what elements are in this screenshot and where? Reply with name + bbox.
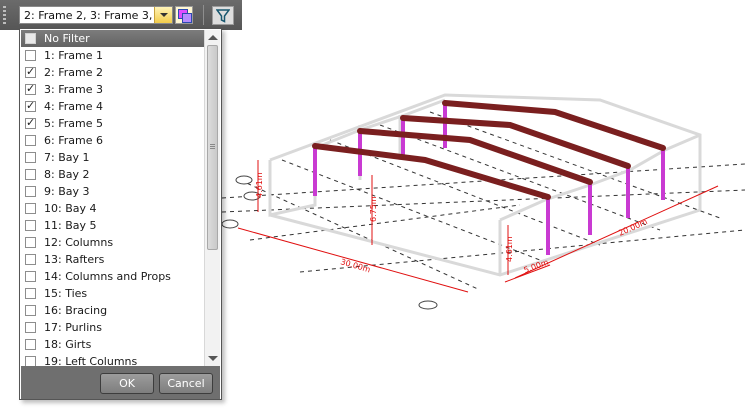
checkbox[interactable] — [25, 99, 36, 112]
checkbox[interactable] — [25, 339, 36, 350]
checkbox[interactable] — [25, 152, 36, 163]
list-item-label: 18: Girts — [44, 338, 92, 351]
list-item-label: 4: Frame 4 — [44, 100, 103, 113]
list-item-label: 7: Bay 1 — [44, 151, 90, 164]
list-item[interactable]: 9: Bay 3 — [21, 183, 205, 200]
toolbar: 2: Frame 2, 3: Frame 3, ... — [0, 0, 242, 30]
list-item[interactable]: 2: Frame 2 — [21, 64, 205, 81]
list-item[interactable]: 10: Bay 4 — [21, 200, 205, 217]
checkbox[interactable] — [25, 237, 36, 248]
checkbox[interactable] — [25, 288, 36, 299]
rafters — [312, 100, 666, 200]
list-item[interactable]: 18: Girts — [21, 336, 205, 353]
list-item[interactable]: 4: Frame 4 — [21, 98, 205, 115]
list-item-label: 8: Bay 2 — [44, 168, 90, 181]
list-item-label: 6: Frame 6 — [44, 134, 103, 147]
list-item-label: 19: Left Columns — [44, 355, 138, 366]
toolbar-grip[interactable] — [3, 6, 6, 24]
list-item-label: 1: Frame 1 — [44, 49, 103, 62]
checkbox[interactable] — [25, 116, 36, 129]
ok-button[interactable]: OK — [100, 373, 154, 394]
dropdown-footer: OK Cancel — [21, 366, 220, 399]
toolbar-separator — [203, 5, 204, 25]
list-item-label: 14: Columns and Props — [44, 270, 171, 283]
list-item[interactable]: 17: Purlins — [21, 319, 205, 336]
scroll-thumb[interactable] — [207, 45, 218, 250]
list-item-label: 10: Bay 4 — [44, 202, 97, 215]
cancel-button[interactable]: Cancel — [159, 373, 213, 394]
list-item-label: No Filter — [44, 32, 90, 45]
list-item[interactable]: 13: Rafters — [21, 251, 205, 268]
list-item[interactable]: 5: Frame 5 — [21, 115, 205, 132]
filter-dropdown: No Filter 1: Frame 1 2: Frame 2 3: Frame 3 4… — [19, 28, 222, 400]
checkbox[interactable] — [25, 220, 36, 231]
list-item[interactable]: 6: Frame 6 — [21, 132, 205, 149]
list-item-label: 9: Bay 3 — [44, 185, 90, 198]
list-item-label: 13: Rafters — [44, 253, 105, 266]
list-item-label: 16: Bracing — [44, 304, 108, 317]
checkbox[interactable] — [25, 50, 36, 61]
list-item-label: 3: Frame 3 — [44, 83, 103, 96]
checkbox[interactable] — [25, 203, 36, 214]
svg-text:6.75m: 6.75m — [369, 196, 378, 222]
svg-text:5.00m: 5.00m — [523, 258, 550, 275]
list-item[interactable]: 1: Frame 1 — [21, 47, 205, 64]
list-item[interactable]: 7: Bay 1 — [21, 149, 205, 166]
list-item[interactable]: 14: Columns and Props — [21, 268, 205, 285]
checkbox[interactable] — [25, 254, 36, 265]
chevron-down-icon[interactable] — [154, 7, 172, 23]
checkbox[interactable] — [25, 356, 36, 366]
list-item-label: 11: Bay 5 — [44, 219, 97, 232]
list-item-label: 5: Frame 5 — [44, 117, 103, 130]
filter-button[interactable] — [212, 6, 234, 25]
checkbox[interactable] — [25, 135, 36, 146]
checkbox[interactable] — [25, 65, 36, 78]
scrollbar[interactable] — [204, 30, 220, 366]
list-item[interactable]: 3: Frame 3 — [21, 81, 205, 98]
checkbox[interactable] — [25, 82, 36, 95]
svg-text:4.61m: 4.61m — [505, 236, 514, 262]
list-item[interactable]: 15: Ties — [21, 285, 205, 302]
checkbox[interactable] — [25, 322, 36, 333]
checkbox[interactable] — [25, 305, 36, 316]
filter-list: No Filter 1: Frame 1 2: Frame 2 3: Frame 3 4… — [21, 30, 205, 366]
checkbox[interactable] — [25, 271, 36, 282]
scroll-down-icon[interactable] — [208, 356, 218, 361]
list-item[interactable]: 8: Bay 2 — [21, 166, 205, 183]
grid-lines — [221, 111, 745, 291]
svg-text:30.00m: 30.00m — [339, 257, 371, 274]
checkbox[interactable] — [25, 186, 36, 197]
checkbox[interactable] — [25, 33, 36, 44]
list-item-label: 17: Purlins — [44, 321, 102, 334]
funnel-icon — [216, 9, 230, 23]
multi-select-icon[interactable] — [175, 6, 193, 24]
filter-combo-value: 2: Frame 2, 3: Frame 3, ... — [24, 9, 167, 22]
list-item-label: 2: Frame 2 — [44, 66, 103, 79]
no-filter-item[interactable]: No Filter — [21, 30, 205, 47]
list-item-label: 15: Ties — [44, 287, 88, 300]
list-item-label: 12: Columns — [44, 236, 114, 249]
list-item[interactable]: 12: Columns — [21, 234, 205, 251]
list-item[interactable]: 19: Left Columns — [21, 353, 205, 366]
scroll-up-icon[interactable] — [208, 35, 218, 40]
svg-text:4.61m: 4.61m — [255, 172, 264, 198]
filter-combo[interactable]: 2: Frame 2, 3: Frame 3, ... — [19, 6, 173, 24]
checkbox[interactable] — [25, 169, 36, 180]
list-item[interactable]: 16: Bracing — [21, 302, 205, 319]
list-item[interactable]: 11: Bay 5 — [21, 217, 205, 234]
